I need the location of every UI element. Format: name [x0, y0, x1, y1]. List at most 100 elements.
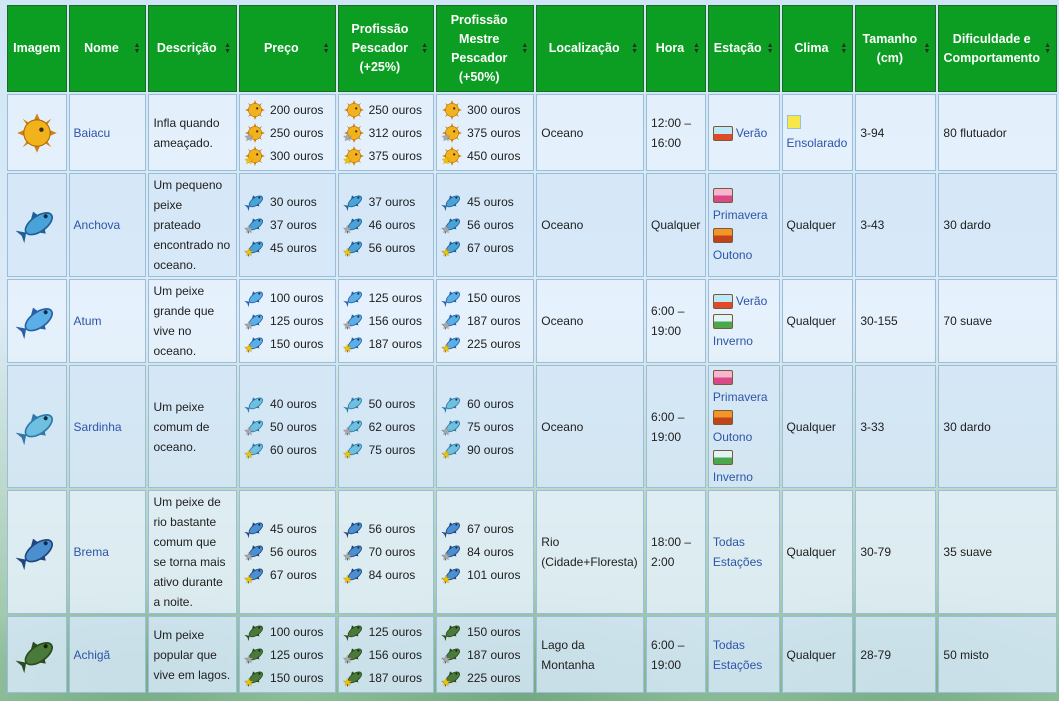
angler-cell: 150 ouros ★ 187 ouros ★ 225 ouros [436, 616, 535, 693]
price-line: ★ 50 ouros [244, 415, 331, 438]
price-line: 200 ouros [244, 98, 331, 121]
header-image: Imagem [7, 5, 67, 92]
season-link[interactable]: Primavera [713, 390, 768, 404]
sort-icon[interactable]: ▲ ▼ [631, 42, 638, 55]
weather-text: Qualquer [786, 314, 836, 328]
fish-description-cell: Um pequeno peixe prateado encontrado no ocea… [148, 173, 238, 277]
sort-icon[interactable]: ▲ ▼ [224, 42, 231, 55]
description-line: peixe [153, 198, 183, 212]
gold-quality-fish-icon: ★ [441, 439, 463, 461]
price-line: ★ 150 ouros [244, 333, 331, 356]
season-entry: Todas Estações [713, 635, 775, 675]
silver-quality-fish-icon: ★ [343, 122, 365, 144]
price-value: 67 ouros [270, 568, 317, 582]
location-cell: Oceano [536, 94, 645, 171]
price-value: 125 ouros [368, 291, 422, 305]
header-fisher[interactable]: Profissão Pescador (+25%) ▲ ▼ [337, 5, 435, 92]
season-link[interactable]: Todas Estações [713, 638, 762, 672]
price-value: 250 ouros [270, 125, 324, 140]
silver-star-icon: ★ [441, 320, 451, 332]
gold-star-icon: ★ [342, 343, 353, 355]
header-description[interactable]: Descrição ▲ ▼ [148, 5, 238, 92]
header-weather[interactable]: Clima ▲ ▼ [781, 5, 854, 92]
season-link[interactable]: Verão [736, 294, 767, 308]
fish-name-cell: Achigã [68, 616, 147, 693]
sort-icon[interactable]: ▲ ▼ [767, 42, 774, 55]
header-location[interactable]: Localização ▲ ▼ [536, 5, 645, 92]
season-link[interactable]: Inverno [713, 470, 753, 484]
gold-quality-fish-icon: ★ [244, 333, 266, 355]
description-line: Infla quando [153, 115, 220, 130]
price-value: 46 ouros [368, 218, 416, 232]
header-angler[interactable]: Profissão Mestre Pescador (+50%) ▲ ▼ [436, 5, 535, 92]
header-time[interactable]: Hora ▲ ▼ [646, 5, 706, 92]
price-value: 45 ouros [270, 241, 317, 255]
season-link[interactable]: Outono [713, 430, 752, 444]
normal-quality-fish-icon [441, 518, 463, 540]
location-line: Oceano [541, 419, 584, 434]
price-cell: 30 ouros ★ 37 ouros ★ 45 ouros [239, 173, 336, 277]
fish-name-link[interactable]: Atum [74, 314, 102, 328]
season-link[interactable]: Outono [713, 248, 752, 262]
sort-icon[interactable]: ▲ ▼ [923, 42, 930, 55]
season-cell: Primavera Outono Inverno [707, 365, 780, 488]
season-link[interactable]: Verão [736, 126, 767, 140]
header-name[interactable]: Nome ▲ ▼ [68, 5, 147, 92]
angler-cell: 150 ouros ★ 187 ouros ★ 225 ouros [436, 279, 535, 363]
sort-icon[interactable]: ▲ ▼ [421, 42, 428, 55]
fisher-cell: 125 ouros ★ 156 ouros ★ 187 ouros [337, 279, 435, 363]
description-line: a noite. [153, 595, 193, 609]
fish-description-cell: Um peixe de rio bastante comum que se torna… [148, 490, 238, 614]
location-line: Montanha [541, 657, 595, 672]
time-line: 2:00 [651, 555, 675, 569]
fish-image-cell [7, 94, 67, 171]
sort-icon[interactable]: ▲ ▼ [521, 42, 528, 55]
price-line: ★ 84 ouros [343, 564, 430, 587]
price-line: 50 ouros [342, 392, 430, 415]
gold-star-icon: ★ [244, 574, 254, 586]
price-line: ★ 45 ouros [244, 237, 331, 260]
fish-description-cell: Um peixe grande que vive no oceano. [148, 279, 238, 363]
fish-name-link[interactable]: Achigã [74, 648, 111, 662]
season-link[interactable]: Primavera [713, 208, 768, 222]
sort-icon[interactable]: ▲ ▼ [1044, 42, 1051, 55]
fisher-cell: 50 ouros ★ 62 ouros ★ 75 ouros [337, 365, 435, 488]
fish-name-link[interactable]: Baiacu [74, 126, 111, 140]
silver-star-icon: ★ [441, 224, 451, 236]
season-link[interactable]: Inverno [713, 334, 753, 348]
fish-name-link[interactable]: Brema [74, 545, 109, 559]
fish-name-link[interactable]: Sardinha [74, 420, 122, 434]
sort-icon[interactable]: ▲ ▼ [693, 42, 700, 55]
price-line: ★ 225 ouros [441, 333, 529, 356]
gold-star-icon: ★ [244, 154, 254, 167]
fish-name-link[interactable]: Anchova [74, 218, 121, 232]
header-size[interactable]: Tamanho (cm) ▲ ▼ [855, 5, 937, 92]
gold-star-icon: ★ [342, 247, 353, 259]
normal-quality-fish-icon [244, 621, 266, 643]
weather-link[interactable]: Ensolarado [787, 136, 848, 150]
gold-star-icon: ★ [342, 574, 353, 586]
silver-star-icon: ★ [441, 653, 451, 666]
normal-quality-fish-icon [244, 99, 266, 121]
table-row: Baiacu Infla quando ameaçado. 200 ouros ★ 250… [7, 94, 1057, 171]
gold-quality-fish-icon: ★ [244, 145, 266, 167]
location-line: Oceano [541, 125, 584, 140]
sort-icon[interactable]: ▲ ▼ [134, 42, 141, 55]
sort-icon[interactable]: ▲ ▼ [840, 42, 847, 55]
normal-quality-fish-icon [342, 621, 365, 643]
description-line: Um pequeno [153, 178, 223, 192]
normal-quality-fish-icon [244, 191, 266, 213]
time-line: 16:00 [651, 135, 682, 150]
header-difficulty[interactable]: Dificuldade e Comportamento ▲ ▼ [938, 5, 1057, 92]
silver-quality-fish-icon: ★ [244, 416, 266, 438]
header-price[interactable]: Preço ▲ ▼ [239, 5, 336, 92]
season-cell: Verão Inverno [707, 279, 780, 363]
gold-star-icon: ★ [441, 574, 451, 586]
season-link[interactable]: Todas Estações [713, 535, 762, 569]
tuna-icon [8, 299, 66, 343]
gold-quality-fish-icon: ★ [441, 564, 463, 586]
sort-icon[interactable]: ▲ ▼ [323, 42, 330, 55]
price-line: ★ 125 ouros [244, 310, 331, 333]
price-line: ★ 46 ouros [343, 214, 430, 237]
header-season[interactable]: Estação ▲ ▼ [707, 5, 780, 92]
